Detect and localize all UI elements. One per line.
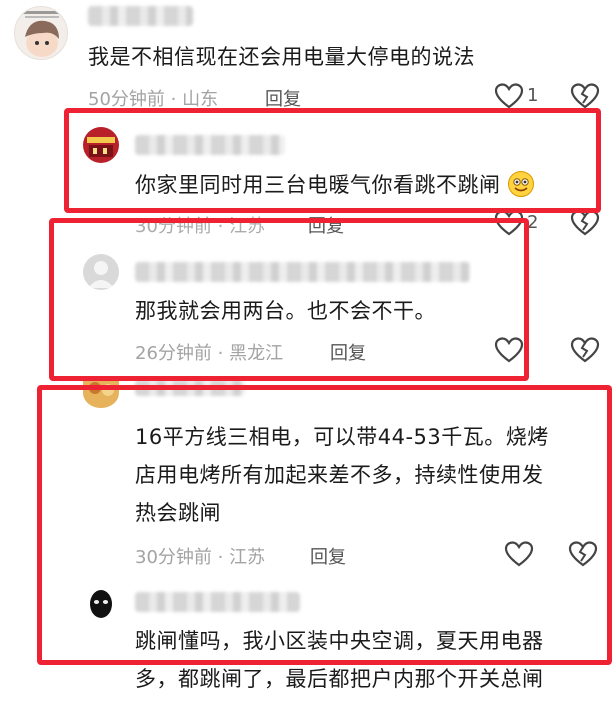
- reply-item: 那我就会用两台。也不会不干。 26分钟前 · 黑龙江 回复: [0, 240, 616, 380]
- meta-separator: ·: [211, 343, 230, 364]
- comment-text-line: 多，都跳闸了，最后都把户内那个开关总闸: [135, 667, 544, 691]
- broken-heart-icon[interactable]: [570, 82, 600, 110]
- username[interactable]: [88, 6, 193, 26]
- broken-heart-icon[interactable]: [570, 336, 600, 364]
- heart-outline-icon[interactable]: [494, 209, 524, 237]
- reply-button[interactable]: 回复: [265, 85, 301, 111]
- avatar[interactable]: [14, 6, 68, 60]
- like-count: 2: [527, 212, 539, 233]
- comment-item: 我是不相信现在还会用电量大停电的说法 50分钟前 · 山东 回复 1: [0, 0, 616, 115]
- reply-button[interactable]: 回复: [330, 339, 366, 365]
- heart-outline-icon[interactable]: [494, 336, 524, 364]
- avatar[interactable]: [83, 254, 119, 290]
- username[interactable]: [135, 380, 245, 396]
- grinning-emoji-icon: [507, 171, 534, 197]
- comment-meta: 30分钟前 · 江苏: [135, 212, 265, 238]
- comment-time: 50分钟前: [88, 89, 165, 110]
- comment-text: 你家里同时用三台电暖气你看跳不跳闸: [135, 166, 534, 204]
- broken-heart-icon[interactable]: [568, 540, 598, 568]
- username[interactable]: [135, 592, 300, 612]
- meta-separator: ·: [211, 216, 230, 237]
- comment-meta: 50分钟前 · 山东: [88, 85, 218, 111]
- comment-location: 江苏: [229, 216, 266, 237]
- comment-location: 山东: [182, 89, 219, 110]
- comment-time: 30分钟前: [135, 216, 212, 237]
- comment-text-content: 你家里同时用三台电暖气你看跳不跳闸: [135, 173, 501, 197]
- reply-item: 16平方线三相电，可以带44-53千瓦。烧烤 店用电烤所有加起来差不多，持续性使…: [0, 378, 616, 580]
- heart-outline-icon[interactable]: [504, 540, 534, 568]
- avatar[interactable]: [83, 127, 119, 163]
- reply-button[interactable]: 回复: [310, 543, 346, 569]
- comment-time: 26分钟前: [135, 343, 212, 364]
- comment-meta: 30分钟前 · 江苏: [135, 543, 265, 569]
- comment-time: 30分钟前: [135, 547, 212, 568]
- comment-text-line: 16平方线三相电，可以带44-53千瓦。烧烤: [135, 425, 549, 449]
- comment-text: 我是不相信现在还会用电量大停电的说法: [88, 45, 475, 69]
- comment-text: 那我就会用两台。也不会不干。: [135, 299, 436, 323]
- comment-location: 黑龙江: [229, 343, 284, 364]
- comment-text-line: 店用电烤所有加起来差不多，持续性使用发: [135, 463, 544, 487]
- username[interactable]: [135, 135, 285, 155]
- username[interactable]: [135, 262, 470, 282]
- reply-item: 跳闸懂吗，我小区装中央空调，夏天用电器 多，都跳闸了，最后都把户内那个开关总闸: [0, 580, 616, 703]
- avatar[interactable]: [83, 378, 119, 408]
- broken-heart-icon[interactable]: [570, 209, 600, 237]
- comment-text-line: 跳闸懂吗，我小区装中央空调，夏天用电器: [135, 629, 544, 653]
- meta-separator: ·: [211, 547, 230, 568]
- meta-separator: ·: [164, 89, 183, 110]
- heart-outline-icon[interactable]: [494, 82, 524, 110]
- avatar[interactable]: [83, 586, 119, 622]
- comment-text-line: 热会跳闸: [135, 501, 221, 525]
- comment-meta: 26分钟前 · 黑龙江: [135, 339, 283, 365]
- comment-location: 江苏: [229, 547, 266, 568]
- comment-text: 跳闸懂吗，我小区装中央空调，夏天用电器 多，都跳闸了，最后都把户内那个开关总闸: [135, 622, 544, 698]
- reply-item: 你家里同时用三台电暖气你看跳不跳闸 30分钟前 · 江苏 回复 2: [0, 115, 616, 240]
- like-count: 1: [527, 85, 539, 106]
- reply-button[interactable]: 回复: [308, 212, 344, 238]
- comment-text: 16平方线三相电，可以带44-53千瓦。烧烤 店用电烤所有加起来差不多，持续性使…: [135, 418, 549, 532]
